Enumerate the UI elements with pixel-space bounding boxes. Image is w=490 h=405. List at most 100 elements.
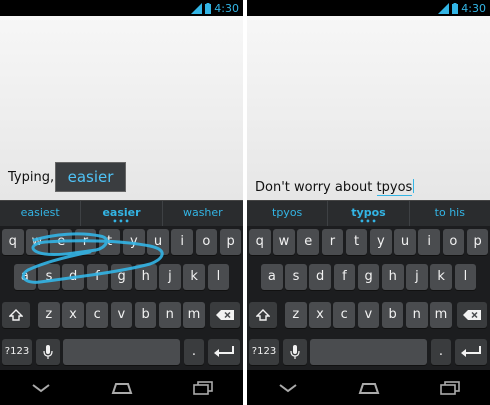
key-h[interactable]: h [382,264,404,290]
suggestion-right[interactable]: washer [161,201,243,226]
voice-input-key[interactable] [283,339,307,365]
key-v[interactable]: v [110,302,133,328]
key-j[interactable]: j [406,264,428,290]
key-e[interactable]: e [50,229,72,255]
key-t[interactable]: t [345,229,368,255]
key-w[interactable]: w [273,229,295,255]
suggestion-center[interactable]: typos ••• [327,201,408,226]
period-key[interactable]: . [184,339,204,365]
key-g[interactable]: g [110,264,133,290]
key-z[interactable]: z [285,302,307,328]
suggestion-center[interactable]: easier ••• [80,201,161,226]
key-q[interactable]: q [2,229,24,255]
key-m[interactable]: m [183,302,205,328]
voice-input-key[interactable] [36,339,60,365]
key-a[interactable]: a [14,264,36,290]
phone-screen-gesture: 4:30 Typing, jus easier easiest easier ••… [0,0,243,405]
recents-button[interactable] [188,378,218,398]
delete-key[interactable] [457,302,487,328]
key-f[interactable]: f [333,264,356,290]
key-c[interactable]: c [86,302,108,328]
key-g[interactable]: g [357,264,380,290]
enter-icon [455,339,487,365]
home-icon [111,382,132,394]
backspace-icon [210,302,240,328]
space-key[interactable] [63,339,180,365]
recents-icon [439,380,460,395]
key-u[interactable]: u [147,229,169,255]
more-suggestions-dots: ••• [112,217,131,226]
enter-key[interactable] [455,339,487,365]
suggestion-left[interactable]: easiest [0,201,80,226]
shift-icon [249,302,277,328]
key-m[interactable]: m [430,302,452,328]
microphone-icon [283,339,307,365]
status-time: 4:30 [214,1,239,15]
key-k[interactable]: k [430,264,452,290]
battery-icon [452,2,459,14]
period-key[interactable]: . [431,339,451,365]
key-w[interactable]: w [26,229,48,255]
space-key[interactable] [310,339,427,365]
suggestion-strip: easiest easier ••• washer [0,200,243,226]
status-bar: 4:30 [247,0,490,16]
key-p[interactable]: p [219,229,242,255]
key-x[interactable]: x [62,302,84,328]
key-e[interactable]: e [297,229,319,255]
key-s[interactable]: s [38,264,60,290]
back-button[interactable] [273,378,303,398]
key-d[interactable]: d [62,264,84,290]
key-v[interactable]: v [357,302,380,328]
key-j[interactable]: j [159,264,181,290]
key-q[interactable]: q [249,229,271,255]
key-u[interactable]: u [394,229,416,255]
key-x[interactable]: x [309,302,331,328]
key-r[interactable]: r [74,229,97,255]
key-i[interactable]: i [171,229,193,255]
key-n[interactable]: n [406,302,428,328]
key-o[interactable]: o [195,229,218,255]
key-l[interactable]: l [207,264,230,290]
home-button[interactable] [107,378,137,398]
key-s[interactable]: s [285,264,307,290]
suggestion-right[interactable]: to his [408,201,490,226]
key-y[interactable]: y [123,229,145,255]
enter-icon [208,339,240,365]
key-l[interactable]: l [454,264,477,290]
key-b[interactable]: b [134,302,157,328]
key-b[interactable]: b [381,302,404,328]
symbols-key[interactable]: ?123 [249,339,279,365]
key-k[interactable]: k [183,264,205,290]
shift-key[interactable] [249,302,277,328]
key-c[interactable]: c [333,302,355,328]
delete-key[interactable] [210,302,240,328]
typed-text-prefix: Don't worry about [255,180,377,195]
key-o[interactable]: o [442,229,465,255]
battery-icon [205,2,212,14]
text-cursor [413,179,415,193]
symbols-key[interactable]: ?123 [2,339,32,365]
key-d[interactable]: d [309,264,331,290]
signal-icon [438,2,450,14]
key-a[interactable]: a [261,264,283,290]
text-area[interactable]: Don't worry about tpyos [247,16,490,200]
key-h[interactable]: h [135,264,157,290]
suggestion-left[interactable]: tpyos [247,201,327,226]
shift-key[interactable] [2,302,30,328]
home-button[interactable] [354,378,384,398]
text-area[interactable]: Typing, jus easier [0,16,243,200]
key-f[interactable]: f [86,264,109,290]
key-p[interactable]: p [466,229,489,255]
back-button[interactable] [26,378,56,398]
recents-button[interactable] [435,378,465,398]
key-y[interactable]: y [370,229,392,255]
key-t[interactable]: t [98,229,121,255]
key-r[interactable]: r [321,229,344,255]
key-n[interactable]: n [159,302,181,328]
microphone-icon [36,339,60,365]
key-z[interactable]: z [38,302,60,328]
key-i[interactable]: i [418,229,440,255]
navigation-bar [0,370,243,405]
phone-screen-autocorrect: 4:30 Don't worry about tpyos tpyos typos… [247,0,490,405]
enter-key[interactable] [208,339,240,365]
